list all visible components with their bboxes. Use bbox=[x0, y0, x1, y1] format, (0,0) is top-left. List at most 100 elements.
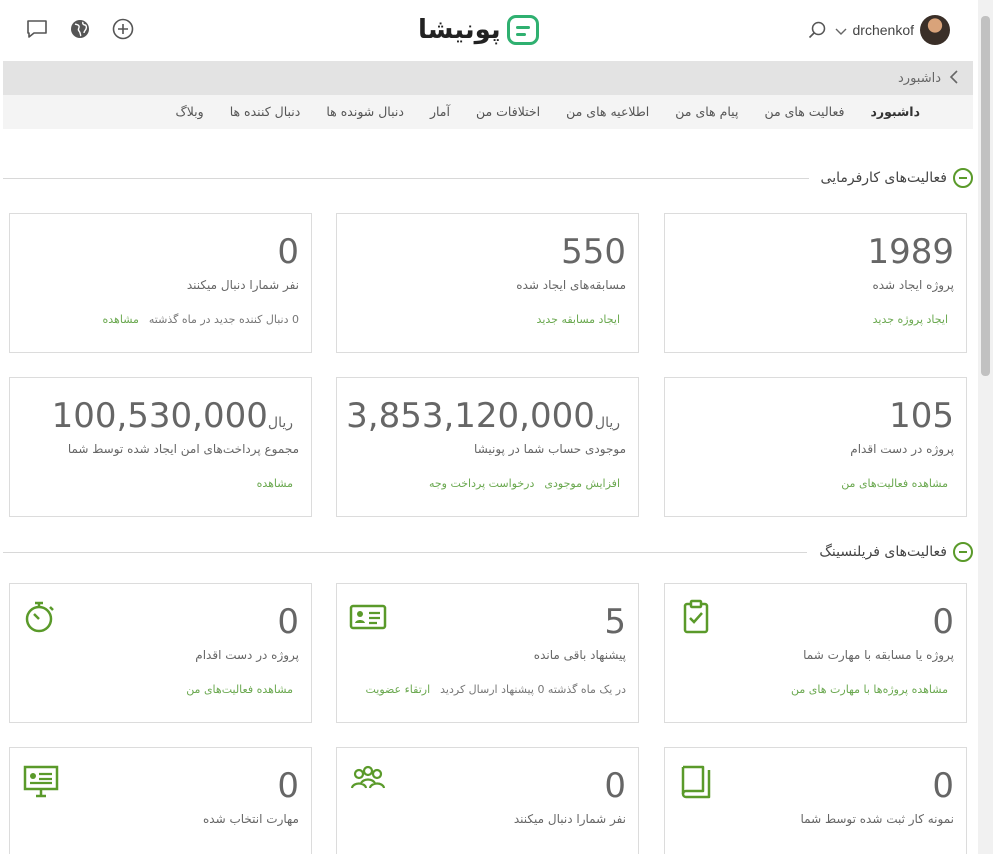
stat-number: 0 bbox=[277, 232, 299, 272]
stat-label: موجودی حساب شما در پونیشا bbox=[474, 442, 626, 456]
card-freelance-followers: 0 نفر شمارا دنبال میکنند bbox=[336, 747, 639, 854]
employer-section-heading: فعالیت‌های کارفرمایی bbox=[3, 166, 973, 190]
stat-label: پروژه ایجاد شده bbox=[872, 278, 954, 292]
card-links: ایجاد پروژه جدید bbox=[873, 313, 948, 326]
top-header: پونیشا drchenkof bbox=[0, 0, 978, 60]
card-links: مشاهده فعالیت‌های من bbox=[841, 477, 948, 490]
chevron-down-icon[interactable] bbox=[835, 21, 847, 40]
tab-my-notifications[interactable]: اطلاعیه های من bbox=[553, 95, 662, 129]
stat-number: 0 bbox=[932, 602, 954, 642]
breadcrumb: داشبورد bbox=[3, 61, 973, 95]
clipboard-check-icon bbox=[683, 599, 709, 634]
collapse-icon[interactable] bbox=[953, 542, 973, 562]
new-followers-text: 0 دنبال کننده جدید در ماه گذشته bbox=[148, 313, 299, 326]
users-icon bbox=[350, 765, 386, 789]
stat-number: 0 bbox=[277, 602, 299, 642]
ponisha-logo-mark bbox=[506, 15, 539, 45]
id-card-icon bbox=[349, 604, 387, 630]
stat-number: 0 bbox=[932, 766, 954, 806]
view-link[interactable]: مشاهده bbox=[103, 313, 139, 326]
card-portfolio: 0 نمونه کار ثبت شده توسط شما bbox=[664, 747, 967, 854]
plus-circle-icon[interactable] bbox=[111, 17, 135, 41]
globe-icon[interactable] bbox=[68, 17, 92, 41]
currency-unit: ریال bbox=[267, 415, 293, 431]
card-selected-skills: 0 مهارت انتخاب شده bbox=[9, 747, 312, 854]
book-icon bbox=[681, 765, 711, 799]
tab-my-activities[interactable]: فعالیت های من bbox=[751, 95, 857, 129]
card-links: در یک ماه گذشته 0 پیشنهاد ارسال کردید ار… bbox=[365, 683, 626, 696]
stat-number: ریال100,530,000 bbox=[52, 396, 299, 436]
card-links: مشاهده فعالیت‌های من bbox=[186, 683, 293, 696]
increase-balance-link[interactable]: افزایش موجودی bbox=[544, 477, 620, 490]
tab-blog[interactable]: وبلاگ bbox=[163, 95, 217, 129]
ponisha-logo[interactable]: پونیشا bbox=[418, 12, 539, 48]
tab-dashboard[interactable]: داشبورد bbox=[857, 95, 933, 129]
stat-label: نفر شمارا دنبال میکنند bbox=[513, 812, 626, 826]
view-my-activities-link[interactable]: مشاهده فعالیت‌های من bbox=[841, 477, 948, 490]
card-links: مشاهده bbox=[257, 477, 293, 490]
stat-label: پروژه در دست اقدام bbox=[195, 648, 299, 662]
create-project-link[interactable]: ایجاد پروژه جدید bbox=[873, 313, 948, 326]
card-freelance-in-progress: 0 پروژه در دست اقدام مشاهده فعالیت‌های م… bbox=[9, 583, 312, 723]
view-skill-projects-link[interactable]: مشاهده پروژه‌ها با مهارت های من bbox=[791, 683, 948, 696]
page-scrollbar[interactable] bbox=[978, 0, 993, 854]
logo-text: پونیشا bbox=[418, 15, 502, 45]
request-payout-link[interactable]: درخواست پرداخت وجه bbox=[429, 477, 534, 490]
stat-number: 550 bbox=[561, 232, 626, 272]
card-links: مشاهده پروژه‌ها با مهارت های من bbox=[791, 683, 948, 696]
stat-label: نمونه کار ثبت شده توسط شما bbox=[800, 812, 954, 826]
currency-unit: ریال bbox=[594, 415, 620, 431]
card-projects-in-progress: 105 پروژه در دست اقدام مشاهده فعالیت‌های… bbox=[664, 377, 967, 517]
card-links: افزایش موجودی درخواست پرداخت وجه bbox=[429, 477, 620, 490]
bids-sent-text: در یک ماه گذشته 0 پیشنهاد ارسال کردید bbox=[440, 683, 626, 696]
stat-label: پروژه در دست اقدام bbox=[850, 442, 954, 456]
divider bbox=[3, 177, 809, 179]
freelancer-section-heading: فعالیت‌های فریلنسینگ bbox=[3, 540, 973, 564]
avatar[interactable] bbox=[920, 15, 950, 45]
section-title: فعالیت‌های فریلنسینگ bbox=[819, 544, 947, 560]
section-title: فعالیت‌های کارفرمایی bbox=[820, 170, 947, 186]
view-my-activities-link[interactable]: مشاهده فعالیت‌های من bbox=[186, 683, 293, 696]
stat-label: مجموع پرداخت‌های امن ایجاد شده توسط شما bbox=[67, 442, 299, 456]
card-contests-created: 550 مسابقه‌های ایجاد شده ایجاد مسابقه جد… bbox=[336, 213, 639, 353]
chevron-right-icon[interactable] bbox=[949, 69, 959, 88]
collapse-icon[interactable] bbox=[953, 168, 973, 188]
chat-icon[interactable] bbox=[25, 17, 49, 41]
card-links: 0 دنبال کننده جدید در ماه گذشته مشاهده bbox=[103, 313, 300, 326]
tab-following[interactable]: دنبال شونده ها bbox=[313, 95, 417, 129]
stat-label: مسابقه‌های ایجاد شده bbox=[516, 278, 626, 292]
card-account-balance: ریال3,853,120,000 موجودی حساب شما در پون… bbox=[336, 377, 639, 517]
stat-number: 0 bbox=[604, 766, 626, 806]
stopwatch-icon bbox=[25, 601, 54, 633]
tab-followers[interactable]: دنبال کننده ها bbox=[217, 95, 314, 129]
stat-label: پروژه یا مسابقه با مهارت شما bbox=[803, 648, 954, 662]
divider bbox=[3, 551, 808, 553]
stat-label: پیشنهاد باقی مانده bbox=[533, 648, 626, 662]
presentation-icon bbox=[23, 765, 59, 798]
stat-label: مهارت انتخاب شده bbox=[203, 812, 299, 826]
breadcrumb-label[interactable]: داشبورد bbox=[898, 71, 941, 86]
create-contest-link[interactable]: ایجاد مسابقه جدید bbox=[537, 313, 620, 326]
balance-value: 3,853,120,000 bbox=[346, 396, 595, 436]
tab-my-messages[interactable]: پیام های من bbox=[662, 95, 751, 129]
card-secure-payments: ریال100,530,000 مجموع پرداخت‌های امن ایج… bbox=[9, 377, 312, 517]
stat-number: 0 bbox=[277, 766, 299, 806]
scrollbar-thumb[interactable] bbox=[981, 16, 990, 376]
upgrade-membership-link[interactable]: ارتقاء عضویت bbox=[365, 683, 430, 696]
card-followers: 0 نفر شمارا دنبال میکنند 0 دنبال کننده ج… bbox=[9, 213, 312, 353]
tab-stats[interactable]: آمار bbox=[417, 95, 463, 129]
search-icon[interactable] bbox=[805, 18, 829, 42]
stat-label: نفر شمارا دنبال میکنند bbox=[186, 278, 299, 292]
stat-number: 105 bbox=[889, 396, 954, 436]
stat-number: 1989 bbox=[867, 232, 954, 272]
payments-value: 100,530,000 bbox=[51, 396, 268, 436]
card-projects-created: 1989 پروژه ایجاد شده ایجاد پروژه جدید bbox=[664, 213, 967, 353]
stat-number: 5 bbox=[604, 602, 626, 642]
card-matching-projects: 0 پروژه یا مسابقه با مهارت شما مشاهده پر… bbox=[664, 583, 967, 723]
stat-number: ریال3,853,120,000 bbox=[346, 396, 626, 436]
username[interactable]: drchenkof bbox=[853, 22, 914, 38]
tab-my-disputes[interactable]: اختلافات من bbox=[463, 95, 553, 129]
view-link[interactable]: مشاهده bbox=[257, 477, 293, 490]
user-menu[interactable]: drchenkof bbox=[805, 14, 950, 46]
card-links: ایجاد مسابقه جدید bbox=[537, 313, 620, 326]
